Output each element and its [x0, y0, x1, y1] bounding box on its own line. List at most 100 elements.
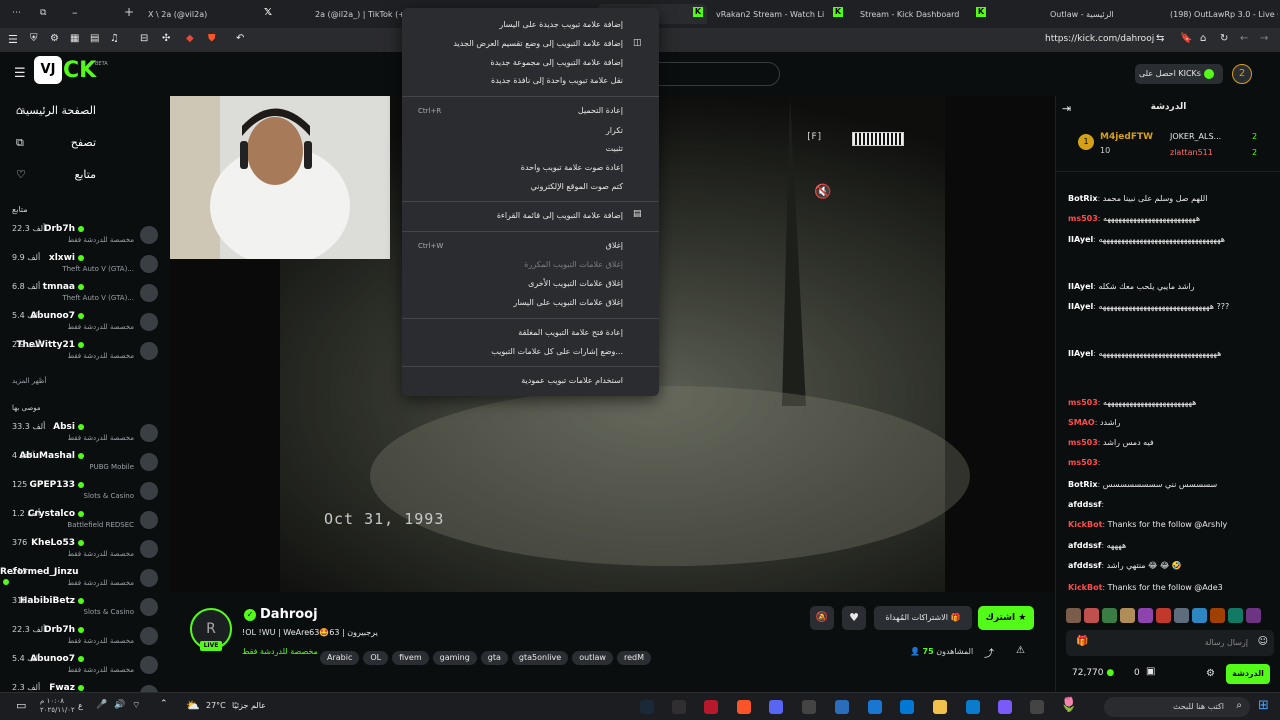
- tag-chip[interactable]: fivem: [392, 651, 429, 665]
- url-text[interactable]: https://kick.com/dahrooj: [1045, 34, 1154, 44]
- show-more-link[interactable]: أظهر المزيد: [12, 377, 46, 385]
- emote-icon[interactable]: [1246, 608, 1261, 623]
- tag-chip[interactable]: outlaw: [572, 651, 613, 665]
- gifter-name[interactable]: zlattan511: [1170, 148, 1213, 157]
- chat-username[interactable]: KickBot: [1068, 583, 1102, 592]
- channel-row[interactable]: Crystalco Battlefield REDSEC 1.2 ألف: [0, 507, 170, 535]
- discord-icon[interactable]: [769, 700, 783, 714]
- tag-chip[interactable]: gta5onlive: [511, 651, 569, 665]
- context-menu-item[interactable]: كتم صوت الموقع الإلكتروني: [531, 182, 623, 191]
- context-menu-item[interactable]: إعادة التحميل: [578, 106, 623, 115]
- home-icon[interactable]: ⌂: [1200, 33, 1206, 44]
- subscribe-button[interactable]: اشترك ★: [978, 606, 1034, 630]
- app-icon[interactable]: [802, 700, 816, 714]
- context-menu-item[interactable]: إضافة علامة تبويب جديدة على اليسار: [499, 20, 623, 29]
- tab-actions-icon[interactable]: ⧉: [40, 8, 46, 18]
- tab-outlawrp[interactable]: (198) OutLawRp 3.0 - Live Cons: [1170, 5, 1278, 23]
- emote-icon[interactable]: [1192, 608, 1207, 623]
- undo-icon[interactable]: ↶: [236, 33, 244, 44]
- sidebar-toggle-icon[interactable]: ☰: [8, 33, 18, 46]
- hamburger-icon[interactable]: ☰: [14, 66, 26, 81]
- emote-icon[interactable]: [1210, 608, 1225, 623]
- channel-row[interactable]: HabibiBetz Slots & Casino 318: [0, 594, 170, 622]
- emote-icon[interactable]: [1120, 608, 1135, 623]
- context-menu-item[interactable]: نقل علامة تبويب واحدة إلى نافذة جديدة: [491, 76, 623, 85]
- chat-input[interactable]: 🎁 إرسال رسالة ☺: [1066, 630, 1274, 656]
- channel-row[interactable]: Reformed_Jinzu مخصصة للدردشة فقط 215: [0, 565, 170, 593]
- store-icon[interactable]: [900, 700, 914, 714]
- inventory-icon[interactable]: ▣: [1146, 666, 1155, 677]
- menu-dots-icon[interactable]: ⋯: [12, 8, 21, 18]
- brave-icon[interactable]: [737, 700, 751, 714]
- workspace-icon[interactable]: ⊟: [140, 33, 148, 44]
- gift-icon[interactable]: 🎁: [1076, 636, 1088, 647]
- chat-send-button[interactable]: الدردشة: [1226, 664, 1270, 684]
- channel-row[interactable]: AbuMashal PUBG Mobile 4 آلاف: [0, 449, 170, 477]
- brave-shield-icon[interactable]: ⛊: [208, 33, 216, 44]
- channel-row[interactable]: tmnaa Theft Auto V (GTA)... 6.8 ألف: [0, 280, 170, 308]
- mic-icon[interactable]: 🎤: [96, 700, 107, 710]
- weather-temp[interactable]: 27°C: [206, 701, 226, 710]
- language-indicator[interactable]: ع: [78, 701, 83, 710]
- notifications-off-button[interactable]: 🔕: [810, 606, 834, 630]
- context-menu-item[interactable]: تثبيت: [606, 144, 623, 153]
- explorer-icon[interactable]: [933, 700, 947, 714]
- chat-username[interactable]: IIAyel: [1068, 302, 1093, 311]
- bookmark-icon[interactable]: 🔖: [1180, 33, 1192, 44]
- context-menu-item[interactable]: إضافة علامة التبويب إلى مجموعة جديدة: [491, 58, 623, 67]
- chat-username[interactable]: SMAO: [1068, 418, 1095, 427]
- chat-username[interactable]: IIAyel: [1068, 235, 1093, 244]
- obs-icon[interactable]: [672, 700, 686, 714]
- chevron-up-icon[interactable]: ⌃: [160, 699, 168, 709]
- steam-icon[interactable]: [640, 700, 654, 714]
- channel-row[interactable]: Abunoo7 مخصصة للدردشة فقط 5.4 ألف: [0, 309, 170, 337]
- channel-row[interactable]: xlxwi Theft Auto V (GTA)... 9.9 ألف: [0, 251, 170, 279]
- kick-logo[interactable]: CK: [63, 58, 96, 83]
- follow-heart-button[interactable]: ♥: [842, 606, 866, 630]
- volume-icon[interactable]: 🔊: [114, 700, 125, 710]
- chat-username[interactable]: IIAyel: [1068, 349, 1093, 358]
- adobe-icon[interactable]: [704, 700, 718, 714]
- emote-icon[interactable]: [1066, 608, 1081, 623]
- context-menu-item[interactable]: وضع إشارات على كل علامات التبويب...: [491, 347, 623, 356]
- emote-icon[interactable]: [1102, 608, 1117, 623]
- context-menu-item[interactable]: إضافة علامة التبويب إلى وضع تقسيم العرض …: [453, 39, 623, 48]
- chat-username[interactable]: IIAyel: [1068, 282, 1093, 291]
- context-menu-item[interactable]: إغلاق علامات التبويب الأخرى: [528, 279, 623, 288]
- widgets-icon[interactable]: [1030, 700, 1044, 714]
- screen-icon[interactable]: [835, 700, 849, 714]
- chat-username[interactable]: afddssf: [1068, 561, 1101, 570]
- emote-icon[interactable]: [1138, 608, 1153, 623]
- gifter-name[interactable]: JOKER_ALS...: [1170, 132, 1221, 141]
- chat-username[interactable]: ms503: [1068, 398, 1098, 407]
- emote-icon[interactable]: [1228, 608, 1243, 623]
- translate-icon[interactable]: ⇆: [1156, 33, 1164, 44]
- edge-icon[interactable]: [966, 700, 980, 714]
- windows-start-icon[interactable]: ⊞: [1258, 698, 1269, 713]
- clock[interactable]: ١٠:٠٨ م ٢٠٢٥/١١/٠٢: [40, 697, 75, 715]
- context-menu-item[interactable]: إعادة فتح علامة التبويب المغلقة: [518, 328, 623, 337]
- settings-icon[interactable]: ⚙: [1206, 668, 1215, 679]
- minimize-icon[interactable]: –: [72, 6, 78, 19]
- tag-chip[interactable]: OL: [363, 651, 389, 665]
- sidebar-item-following[interactable]: متابع: [75, 168, 96, 181]
- back-icon[interactable]: ←: [1240, 33, 1248, 44]
- emote-icon[interactable]: [1174, 608, 1189, 623]
- puzzle-icon[interactable]: ✣: [162, 33, 170, 44]
- tag-chip[interactable]: redM: [616, 651, 651, 665]
- new-tab-icon[interactable]: +: [124, 5, 134, 19]
- chat-username[interactable]: BotRix: [1068, 194, 1097, 203]
- context-menu-item[interactable]: إضافة علامة التبويب إلى قائمة القراءة: [497, 211, 623, 220]
- context-menu-item[interactable]: تكرار: [606, 126, 623, 135]
- channel-row[interactable]: Fwaz 2.3 ألف: [0, 681, 170, 692]
- forward-icon[interactable]: →: [1260, 33, 1268, 44]
- avatar[interactable]: 2: [1232, 64, 1252, 84]
- kick-logo-mark[interactable]: VJ: [34, 56, 62, 84]
- share-icon[interactable]: ⤴: [984, 645, 994, 660]
- stream-category[interactable]: مخصصة للدردشة فقط: [242, 647, 318, 656]
- chat-username[interactable]: ms503: [1068, 438, 1098, 447]
- music-icon[interactable]: ♫: [110, 33, 119, 44]
- weather-text[interactable]: عالم جزئيًا: [232, 701, 266, 710]
- tab-tiktok[interactable]: 2a (@il2a_) | TikTok (+99): [315, 5, 405, 23]
- context-menu-item[interactable]: إغلاق علامات التبويب على اليسار: [513, 298, 623, 307]
